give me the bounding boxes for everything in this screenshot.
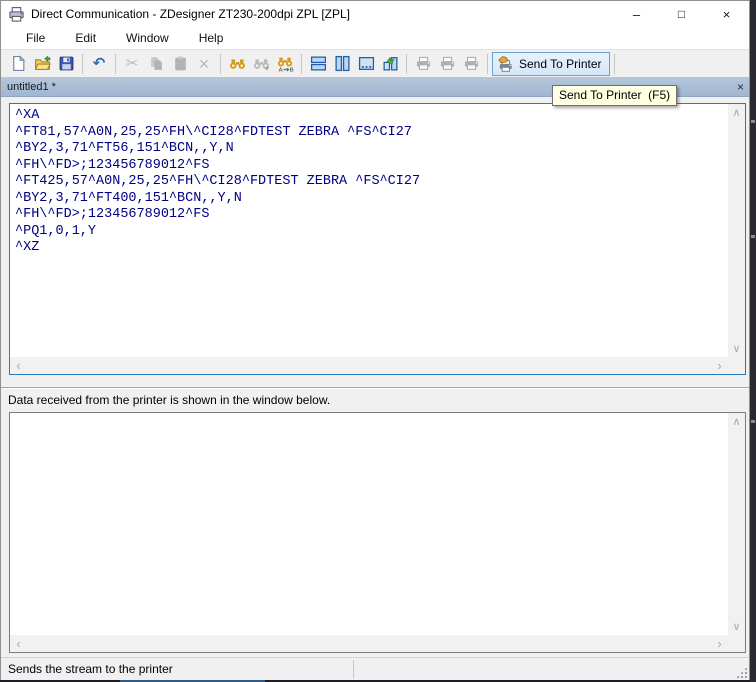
send-to-printer-button[interactable]: Send To Printer [492, 52, 610, 76]
send-to-printer-tooltip: Send To Printer (F5) [552, 85, 677, 106]
arrange-windows-icon [382, 55, 399, 72]
paste-clipboard-icon [172, 55, 189, 72]
open-file-button[interactable] [30, 52, 54, 75]
scrollbar-corner [728, 635, 745, 652]
minimize-button[interactable]: – [614, 1, 659, 27]
send-to-printer-icon [497, 55, 515, 73]
tile-horizontal-icon [310, 55, 327, 72]
menu-file[interactable]: File [11, 27, 60, 49]
status-message: Sends the stream to the printer [8, 658, 173, 681]
scrollbar-corner [728, 357, 745, 374]
print-stream-button[interactable] [459, 52, 483, 75]
find-next-button[interactable] [249, 52, 273, 75]
save-floppy-icon [58, 55, 75, 72]
new-document-icon [10, 55, 27, 72]
scroll-down-icon[interactable]: ∨ [728, 340, 745, 357]
tile-vertical-icon [334, 55, 351, 72]
scroll-right-icon[interactable]: › [711, 357, 728, 374]
delete-icon: × [199, 55, 210, 73]
printer-disabled-icon [439, 55, 456, 72]
output-vertical-scrollbar[interactable]: ∧ ∨ [728, 413, 745, 635]
copy-button[interactable] [144, 52, 168, 75]
open-folder-icon [34, 55, 51, 72]
arrange-windows-button[interactable] [378, 52, 402, 75]
new-document-button[interactable] [6, 52, 30, 75]
maximize-icon: □ [678, 7, 685, 21]
send-to-printer-label: Send To Printer [519, 57, 602, 71]
copy-icon [148, 55, 165, 72]
replace-icon: A B [277, 55, 294, 72]
cascade-windows-button[interactable] [354, 52, 378, 75]
paste-button[interactable] [168, 52, 192, 75]
resize-grip[interactable] [736, 667, 747, 678]
svg-text:B: B [289, 67, 293, 72]
window-controls: – □ × [614, 1, 749, 27]
menu-edit[interactable]: Edit [60, 27, 111, 49]
scroll-up-icon[interactable]: ∧ [728, 104, 745, 121]
send-file-button[interactable] [435, 52, 459, 75]
screen: Direct Communication - ZDesigner ZT230-2… [0, 0, 756, 682]
statusbar: Sends the stream to the printer [1, 657, 749, 680]
titlebar: Direct Communication - ZDesigner ZT230-2… [1, 1, 749, 27]
toolbar-separator [406, 54, 407, 74]
zpl-code-input[interactable]: ^XA ^FT81,57^A0N,25,25^FH\^CI28^FDTEST Z… [10, 104, 728, 357]
delete-button[interactable]: × [192, 52, 216, 75]
menubar: File Edit Window Help [1, 27, 749, 49]
toolbar-separator [301, 54, 302, 74]
toolbar-separator [614, 54, 615, 74]
window-title: Direct Communication - ZDesigner ZT230-2… [31, 7, 350, 21]
zpl-editor: ^XA ^FT81,57^A0N,25,25^FH\^CI28^FDTEST Z… [9, 103, 746, 375]
menu-window[interactable]: Window [111, 27, 184, 49]
editor-horizontal-scrollbar[interactable]: ‹ › [10, 357, 728, 374]
find-binoculars-icon [229, 55, 246, 72]
cut-scissors-icon: ✂ [126, 56, 139, 71]
printer-disabled-icon [415, 55, 432, 72]
toolbar-separator [220, 54, 221, 74]
tab-untitled1[interactable]: untitled1 * [1, 81, 56, 93]
print-setup-button[interactable] [411, 52, 435, 75]
tile-horizontal-button[interactable] [306, 52, 330, 75]
minimize-icon: – [633, 7, 640, 22]
close-button[interactable]: × [704, 1, 749, 27]
toolbar-separator [115, 54, 116, 74]
cascade-windows-icon [358, 55, 375, 72]
tile-vertical-button[interactable] [330, 52, 354, 75]
editor-vertical-scrollbar[interactable]: ∧ ∨ [728, 104, 745, 357]
scroll-left-icon[interactable]: ‹ [10, 357, 27, 374]
scroll-down-icon[interactable]: ∨ [728, 618, 745, 635]
find-next-icon [253, 55, 270, 72]
output-horizontal-scrollbar[interactable]: ‹ › [10, 635, 728, 652]
tab-close-icon: × [737, 80, 744, 94]
find-button[interactable] [225, 52, 249, 75]
menu-help[interactable]: Help [184, 27, 239, 49]
toolbar: ↶ ✂ × [1, 49, 749, 77]
tab-close-button[interactable]: × [737, 77, 744, 97]
printer-output-value[interactable] [10, 413, 728, 635]
scroll-left-icon[interactable]: ‹ [10, 635, 27, 652]
toolbar-separator [82, 54, 83, 74]
maximize-button[interactable]: □ [659, 1, 704, 27]
printer-disabled-icon [463, 55, 480, 72]
scroll-right-icon[interactable]: › [711, 635, 728, 652]
undo-button[interactable]: ↶ [87, 52, 111, 75]
background-right-sliver [750, 0, 756, 682]
save-button[interactable] [54, 52, 78, 75]
undo-icon: ↶ [93, 56, 106, 71]
received-data-label: Data received from the printer is shown … [8, 393, 330, 407]
status-divider [353, 660, 354, 679]
toolbar-separator [487, 54, 488, 74]
svg-text:A: A [278, 67, 282, 72]
scroll-up-icon[interactable]: ∧ [728, 413, 745, 430]
close-icon: × [723, 7, 731, 22]
replace-button[interactable]: A B [273, 52, 297, 75]
printer-output-panel: ∧ ∨ ‹ › [9, 412, 746, 653]
panel-splitter[interactable] [1, 387, 749, 389]
cut-button[interactable]: ✂ [120, 52, 144, 75]
app-printer-icon [8, 6, 25, 23]
